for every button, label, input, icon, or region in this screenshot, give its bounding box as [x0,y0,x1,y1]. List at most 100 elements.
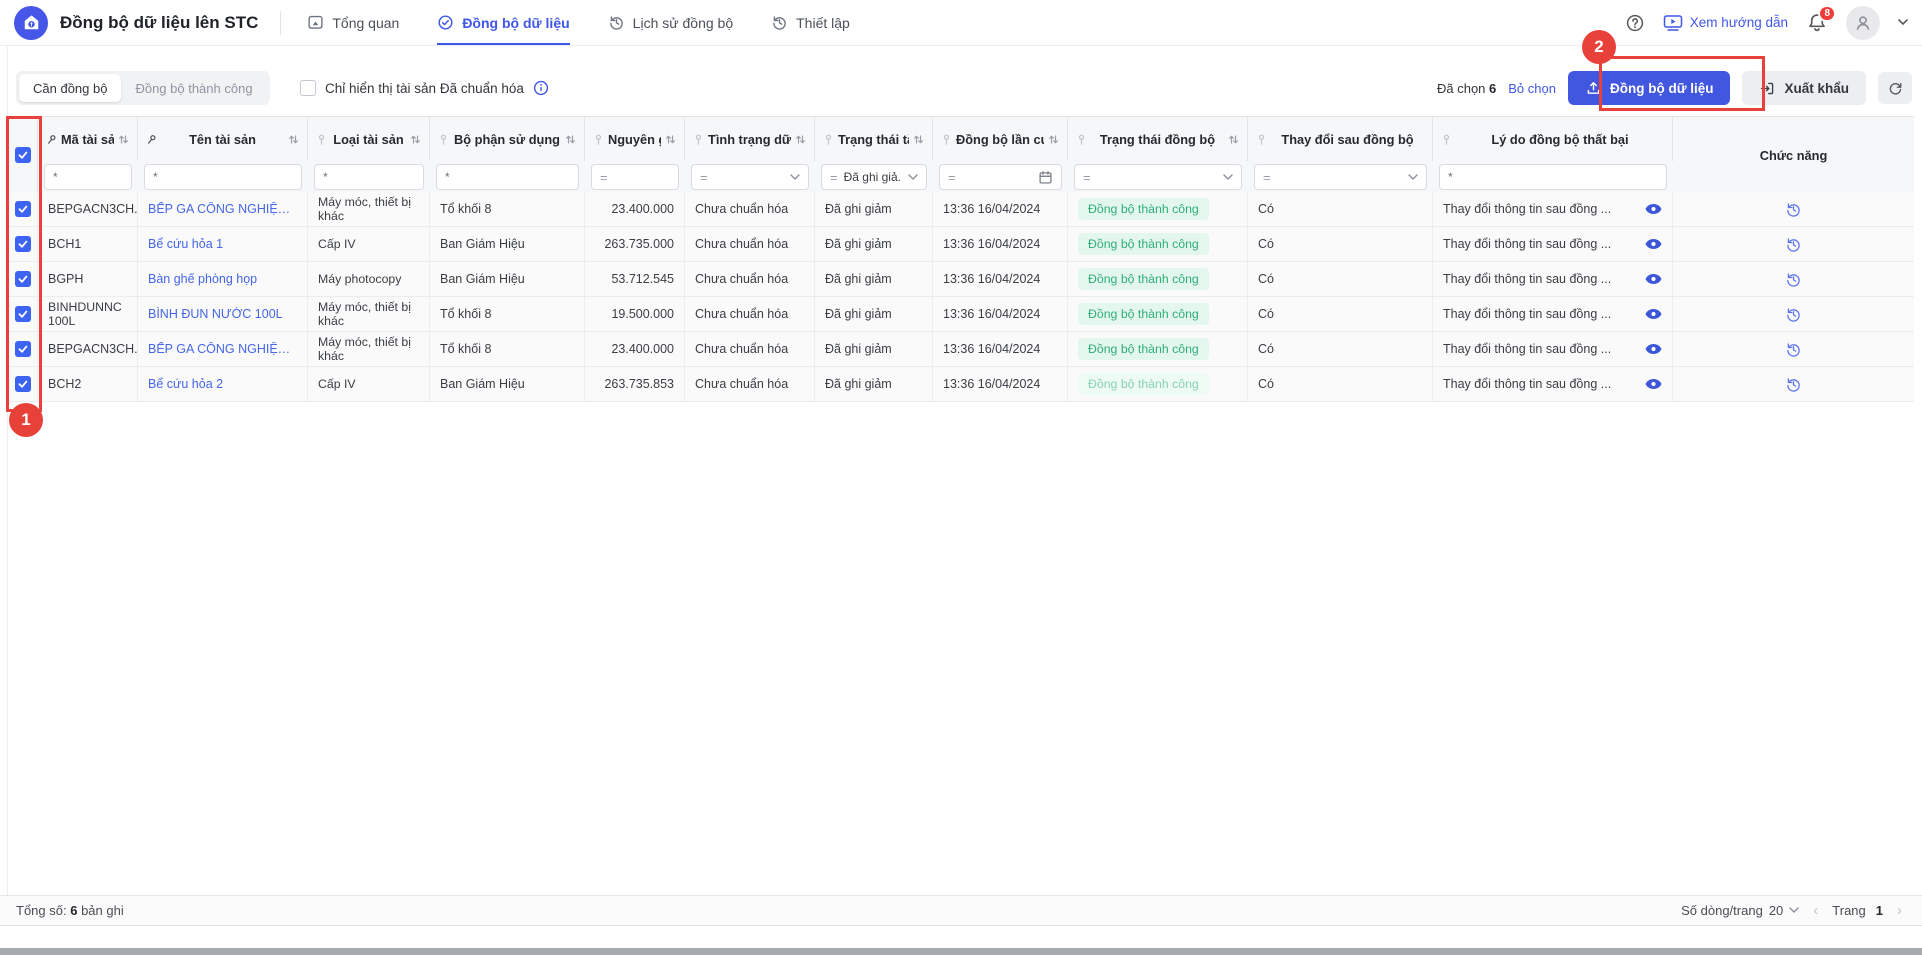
history-action-icon[interactable] [1785,236,1802,253]
clear-selection-link[interactable]: Bỏ chọn [1508,81,1556,96]
filter-input-department[interactable] [436,164,579,190]
cell-fail-reason: Thay đổi thông tin sau đồng ... [1433,262,1673,296]
cell-department: Tổ khối 8 [430,297,585,331]
column-header-dong-bo-lan-cuoi[interactable]: Đồng bộ lần cuối [933,117,1068,161]
tab-dong-bo-du-lieu[interactable]: Đồng bộ dữ liệu [437,0,569,45]
pin-icon[interactable] [44,131,59,146]
filter-cost[interactable]: = [591,164,679,190]
export-button[interactable]: Xuất khẩu [1742,71,1866,105]
history-action-icon[interactable] [1785,201,1802,218]
sync-data-button[interactable]: Đồng bộ dữ liệu [1568,71,1731,105]
pin-icon[interactable] [438,134,449,145]
avatar[interactable] [1846,6,1880,40]
sort-icon[interactable] [565,134,576,145]
eye-icon[interactable] [1645,238,1662,250]
filter-input-fail-reason[interactable] [1439,164,1667,190]
calendar-icon [1038,170,1053,185]
eye-icon[interactable] [1645,378,1662,390]
sort-icon[interactable] [410,134,421,145]
column-header-trang-thai-tai-san[interactable]: Trạng thái tài sản [815,117,933,161]
pin-icon[interactable] [593,134,604,145]
check-circle-icon [437,14,454,31]
notification-bell[interactable]: 8 [1806,12,1828,34]
column-header-bo-phan-su-dung[interactable]: Bộ phận sử dụng [430,117,585,161]
asset-name-link[interactable]: Bàn ghế phòng họp [148,272,257,286]
asset-name-link[interactable]: Bể cứu hỏa 2 [148,377,223,391]
pin-icon[interactable] [316,134,327,145]
column-header-ten-tai-san[interactable]: Tên tài sản [138,117,308,161]
eye-icon[interactable] [1645,343,1662,355]
filter-asset-status-select[interactable]: =Đã ghi giả... [821,164,927,190]
guide-link[interactable]: Xem hướng dẫn [1663,14,1788,32]
column-header-tinh-trang-du-lieu[interactable]: Tình trạng dữ liệu [685,117,815,161]
pin-icon[interactable] [823,134,834,145]
pin-icon[interactable] [693,134,704,145]
history-action-icon[interactable] [1785,306,1802,323]
standardized-checkbox[interactable] [300,80,316,96]
history-action-icon[interactable] [1785,271,1802,288]
help-icon[interactable] [1625,13,1645,33]
sort-icon[interactable] [118,134,129,145]
tab-tong-quan[interactable]: Tổng quan [307,0,399,45]
pin-icon[interactable] [1256,134,1267,145]
filter-sync-status-select[interactable]: = [1074,164,1242,190]
column-header-ma-tai-san[interactable]: Mã tài sản [38,117,138,161]
refresh-button[interactable] [1878,72,1912,104]
cell-asset-type: Máy móc, thiết bị khác [308,297,430,331]
cell-asset-name: Bể cứu hỏa 1 [138,227,308,261]
row-checkbox-cell [8,367,38,401]
eye-icon[interactable] [1645,273,1662,285]
cell-asset-name: BÌNH ĐUN NƯỚC 100L [138,297,308,331]
tab-thiet-lap[interactable]: Thiết lập [771,0,850,45]
column-header-thay-doi-sau-dong-bo[interactable]: Thay đổi sau đồng bộ [1248,117,1433,161]
segment-can-dong-bo[interactable]: Cần đồng bộ [19,74,121,102]
chevron-down-icon[interactable] [1898,19,1908,26]
sort-icon[interactable] [1228,134,1239,145]
asset-name-link[interactable]: BẾP GA CÔNG NGHIỆP 3 C... [148,202,297,216]
filter-input-name[interactable] [144,164,302,190]
annotation-step-1: 1 [9,403,43,437]
sort-icon[interactable] [1048,134,1059,145]
column-header-loai-tai-san[interactable]: Loại tài sản [308,117,430,161]
asset-name-link[interactable]: Bể cứu hỏa 1 [148,237,223,251]
history-action-icon[interactable] [1785,341,1802,358]
prev-page-icon[interactable]: ‹ [1809,902,1822,919]
asset-name-link[interactable]: BÌNH ĐUN NƯỚC 100L [148,307,283,321]
chevron-down-icon [1408,174,1418,181]
pin-icon[interactable] [144,131,159,146]
info-icon[interactable] [533,80,549,96]
rows-per-page-select[interactable]: Số dòng/trang 20 [1681,903,1799,918]
filter-data-status-select[interactable]: = [691,164,809,190]
segment-dong-bo-thanh-cong[interactable]: Đồng bộ thành công [121,74,266,102]
row-checkbox[interactable] [15,271,31,287]
select-all-checkbox[interactable] [15,147,31,163]
row-checkbox[interactable] [15,341,31,357]
pin-icon[interactable] [941,134,952,145]
sort-icon[interactable] [665,134,676,145]
filter-input-type[interactable] [314,164,424,190]
filter-input-code[interactable] [44,164,132,190]
main-tabs: Tổng quan Đồng bộ dữ liệu Lịch sử đồng b… [307,0,849,45]
column-header-nguyen-gia[interactable]: Nguyên giá [585,117,685,161]
history-action-icon[interactable] [1785,376,1802,393]
sort-icon[interactable] [288,134,299,145]
filter-changed-select[interactable]: = [1254,164,1427,190]
eye-icon[interactable] [1645,203,1662,215]
sort-icon[interactable] [913,134,924,145]
sort-icon[interactable] [795,134,806,145]
row-checkbox[interactable] [15,376,31,392]
asset-name-link[interactable]: BẾP GA CÔNG NGHIỆP 3 C... [148,342,297,356]
column-header-ly-do-that-bai[interactable]: Lý do đồng bộ thất bại [1433,117,1673,161]
row-checkbox[interactable] [15,201,31,217]
filter-last-sync-date[interactable]: = [939,164,1062,190]
cell-last-sync: 13:36 16/04/2024 [933,192,1068,226]
column-header-trang-thai-dong-bo[interactable]: Trạng thái đồng bộ [1068,117,1248,161]
eye-icon[interactable] [1645,308,1662,320]
row-checkbox[interactable] [15,236,31,252]
next-page-icon[interactable]: › [1893,902,1906,919]
tab-lich-su-dong-bo[interactable]: Lịch sử đồng bộ [608,0,733,45]
cell-data-status: Chưa chuẩn hóa [685,332,815,366]
row-checkbox[interactable] [15,306,31,322]
pin-icon[interactable] [1441,134,1452,145]
pin-icon[interactable] [1076,134,1087,145]
